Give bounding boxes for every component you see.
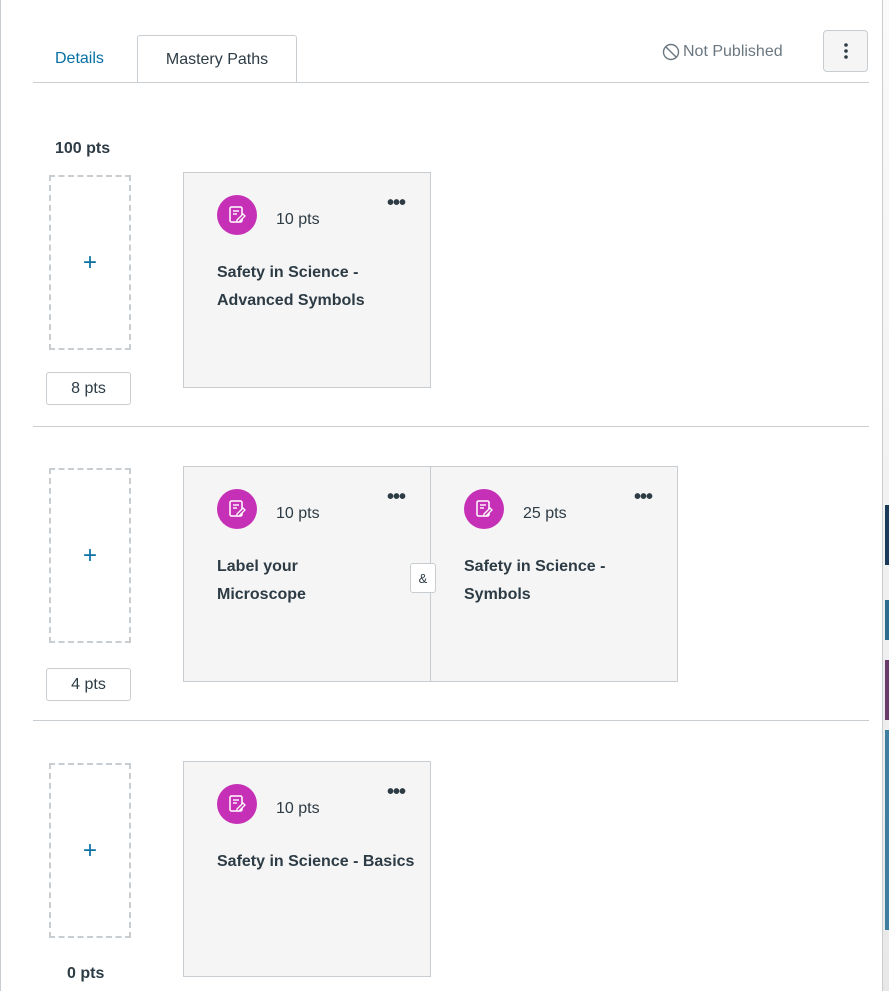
vertical-dots-icon xyxy=(843,43,848,59)
range-divider xyxy=(33,720,869,721)
assignment-icon xyxy=(217,195,257,235)
tab-mastery-paths-label: Mastery Paths xyxy=(165,50,269,68)
assignment-points: 10 pts xyxy=(276,211,320,228)
add-item-dropzone[interactable]: + xyxy=(49,468,131,643)
plus-icon: + xyxy=(82,836,97,864)
assignment-icon xyxy=(464,489,504,529)
assignment-card[interactable]: 10 pts ••• Safety in Science - Advanced … xyxy=(183,172,431,388)
and-connector: & xyxy=(410,563,436,593)
more-options-icon[interactable]: ••• xyxy=(634,487,653,507)
assignment-card[interactable]: 25 pts ••• Safety in Science - Symbols xyxy=(430,466,678,682)
assignment-title: Safety in Science - Basics xyxy=(217,853,415,870)
score-value: 8 pts xyxy=(71,379,106,397)
more-options-icon[interactable]: ••• xyxy=(387,487,406,507)
background-strip xyxy=(883,0,889,991)
assignment-title: Safety in Science - Advanced Symbols xyxy=(217,264,365,309)
add-item-dropzone[interactable]: + xyxy=(49,175,131,350)
plus-icon: + xyxy=(82,248,97,276)
range-lower-label: 0 pts xyxy=(67,965,105,982)
add-item-dropzone[interactable]: + xyxy=(49,763,131,938)
assignment-title: Safety in Science - Symbols xyxy=(464,558,606,603)
assignment-title: Label your Microscope xyxy=(217,558,306,603)
assignment-points: 10 pts xyxy=(276,505,320,522)
assignment-icon xyxy=(217,784,257,824)
publish-status[interactable]: Not Published xyxy=(662,43,783,61)
range-divider xyxy=(33,426,869,427)
assignment-points: 25 pts xyxy=(523,505,567,522)
plus-icon: + xyxy=(82,541,97,569)
score-input[interactable]: 4 pts xyxy=(46,668,131,701)
score-value: 4 pts xyxy=(71,675,106,693)
range-upper-label: 100 pts xyxy=(55,140,111,157)
more-options-icon[interactable]: ••• xyxy=(387,193,406,213)
more-options-button[interactable] xyxy=(823,30,868,72)
tab-details[interactable]: Details xyxy=(55,50,104,68)
score-input[interactable]: 8 pts xyxy=(46,372,131,405)
not-published-icon xyxy=(662,43,680,61)
assignment-card[interactable]: 10 pts ••• Label your Microscope xyxy=(183,466,431,682)
more-options-icon[interactable]: ••• xyxy=(387,782,406,802)
assignment-card[interactable]: 10 pts ••• Safety in Science - Basics xyxy=(183,761,431,977)
tabs-divider xyxy=(33,82,869,83)
assignment-points: 10 pts xyxy=(276,800,320,817)
tab-mastery-paths[interactable]: Mastery Paths xyxy=(137,35,297,83)
status-label: Not Published xyxy=(683,43,783,60)
assignment-icon xyxy=(217,489,257,529)
